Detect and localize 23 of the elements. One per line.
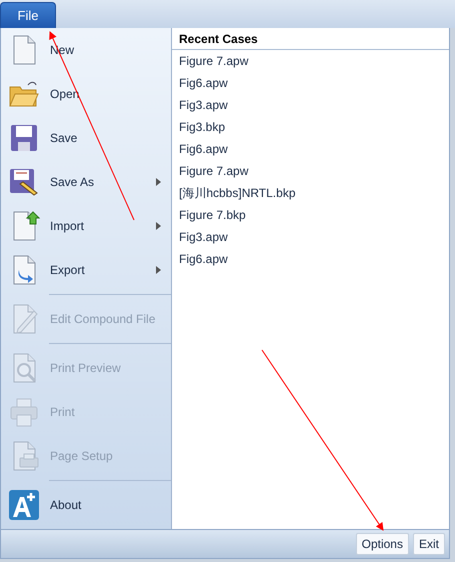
menu-item[interactable]: Open — [1, 72, 171, 116]
footer-button[interactable]: Exit — [412, 533, 445, 555]
recent-file-item[interactable]: Figure 7.bkp — [172, 204, 449, 226]
recent-file-item[interactable]: Fig6.apw — [172, 248, 449, 270]
menu-item[interactable]: Import — [1, 204, 171, 248]
recent-file-item[interactable]: Figure 7.apw — [172, 50, 449, 72]
menu-item[interactable]: About — [1, 483, 171, 527]
recent-file-item[interactable]: Fig6.apw — [172, 138, 449, 160]
recent-cases-heading: Recent Cases — [172, 28, 449, 50]
recent-file-item[interactable]: Fig3.apw — [172, 226, 449, 248]
file-tab[interactable]: File — [0, 2, 56, 28]
footer-button[interactable]: Options — [356, 533, 409, 555]
recent-file-item[interactable]: [海川hcbbs]NRTL.bkp — [172, 182, 449, 204]
recent-file-item[interactable]: Fig3.apw — [172, 94, 449, 116]
a-plus-logo-icon — [8, 489, 40, 521]
printer-icon — [8, 396, 40, 428]
recent-file-item[interactable]: Figure 7.apw — [172, 160, 449, 182]
recent-file-item[interactable]: Fig6.apw — [172, 72, 449, 94]
recent-file-item[interactable]: Fig3.bkp — [172, 116, 449, 138]
floppy-pencil-icon — [8, 166, 40, 198]
menu-item[interactable]: Save — [1, 116, 171, 160]
menu-item[interactable]: Export — [1, 248, 171, 292]
menu-item[interactable]: Save As — [1, 160, 171, 204]
